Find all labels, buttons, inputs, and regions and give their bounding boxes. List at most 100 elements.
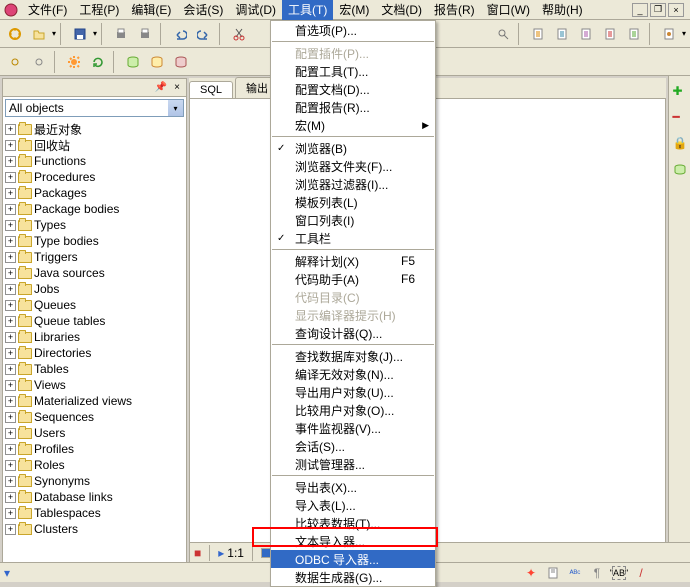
menu-edit[interactable]: 编辑(E): [125, 0, 177, 20]
expand-icon[interactable]: +: [5, 284, 16, 295]
expand-icon[interactable]: +: [5, 300, 16, 311]
expand-icon[interactable]: +: [5, 380, 16, 391]
tree-node[interactable]: +回收站: [5, 137, 184, 153]
menu-item[interactable]: 导入表(L)...: [271, 496, 435, 514]
ab-spell-icon[interactable]: ᴬᴮᶜ: [568, 566, 582, 580]
tree-node[interactable]: +Users: [5, 425, 184, 441]
expand-icon[interactable]: +: [5, 396, 16, 407]
print-icon[interactable]: [110, 23, 132, 45]
tree-node[interactable]: +Types: [5, 217, 184, 233]
combo-dropdown-icon[interactable]: ▾: [168, 100, 183, 116]
expand-icon[interactable]: +: [5, 492, 16, 503]
tree-node[interactable]: +Views: [5, 377, 184, 393]
search-icon[interactable]: [492, 23, 514, 45]
menu-item[interactable]: 查找数据库对象(J)...: [271, 347, 435, 365]
close-panel-icon[interactable]: ×: [170, 81, 184, 95]
lock-icon[interactable]: 🔒: [673, 136, 687, 150]
menu-tools[interactable]: 工具(T): [282, 0, 333, 20]
minus-icon[interactable]: ━: [673, 110, 687, 124]
expand-icon[interactable]: +: [5, 444, 16, 455]
expand-icon[interactable]: +: [5, 204, 16, 215]
tree-node[interactable]: +Package bodies: [5, 201, 184, 217]
ab-box-icon[interactable]: "AB": [612, 566, 626, 580]
expand-icon[interactable]: +: [5, 316, 16, 327]
doc2-icon[interactable]: [551, 23, 573, 45]
db1-icon[interactable]: [122, 51, 144, 73]
undo-icon[interactable]: [169, 23, 191, 45]
expand-icon[interactable]: +: [5, 460, 16, 471]
menu-item[interactable]: 配置工具(T)...: [271, 62, 435, 80]
expand-icon[interactable]: +: [5, 124, 16, 135]
tab-sql[interactable]: SQL: [189, 81, 233, 98]
tree-node[interactable]: +Libraries: [5, 329, 184, 345]
menu-item[interactable]: 宏(M)▶: [271, 116, 435, 134]
tree-node[interactable]: +Java sources: [5, 265, 184, 281]
menu-file[interactable]: 文件(F): [22, 0, 73, 20]
object-tree[interactable]: +最近对象+回收站+Functions+Procedures+Packages+…: [3, 119, 186, 567]
expand-icon[interactable]: +: [5, 268, 16, 279]
tree-node[interactable]: +Jobs: [5, 281, 184, 297]
tree-node[interactable]: +Synonyms: [5, 473, 184, 489]
menu-item[interactable]: 代码助手(A)F6: [271, 270, 435, 288]
pin-icon[interactable]: 📌: [154, 81, 168, 95]
tree-node[interactable]: +Profiles: [5, 441, 184, 457]
expand-icon[interactable]: +: [5, 348, 16, 359]
menu-item[interactable]: 导出用户对象(U)...: [271, 383, 435, 401]
menu-item[interactable]: 测试管理器...: [271, 455, 435, 473]
restore-icon[interactable]: ❐: [650, 3, 666, 17]
paragraph-icon[interactable]: ¶: [590, 566, 604, 580]
menu-item[interactable]: 浏览器文件夹(F)...: [271, 157, 435, 175]
menu-help[interactable]: 帮助(H): [536, 0, 589, 20]
db3-icon[interactable]: [170, 51, 192, 73]
menu-item[interactable]: 事件监视器(V)...: [271, 419, 435, 437]
db2-icon[interactable]: [146, 51, 168, 73]
menu-session[interactable]: 会话(S): [177, 0, 229, 20]
menu-item[interactable]: 比较用户对象(O)...: [271, 401, 435, 419]
unlink-icon[interactable]: [28, 51, 50, 73]
tree-node[interactable]: +Functions: [5, 153, 184, 169]
new-icon[interactable]: [4, 23, 26, 45]
menu-report[interactable]: 报告(R): [428, 0, 481, 20]
menu-item[interactable]: 编译无效对象(N)...: [271, 365, 435, 383]
menu-item[interactable]: 浏览器过滤器(I)...: [271, 175, 435, 193]
expand-icon[interactable]: +: [5, 364, 16, 375]
expand-icon[interactable]: +: [5, 140, 16, 151]
refresh-icon[interactable]: [87, 51, 109, 73]
tree-node[interactable]: +Materialized views: [5, 393, 184, 409]
menu-window[interactable]: 窗口(W): [481, 0, 536, 20]
expand-icon[interactable]: +: [5, 524, 16, 535]
cut-icon[interactable]: [228, 23, 250, 45]
doc3-icon[interactable]: [575, 23, 597, 45]
save-icon[interactable]: [69, 23, 91, 45]
menu-document[interactable]: 文档(D): [375, 0, 428, 20]
menu-item[interactable]: 比较表数据(T)...: [271, 514, 435, 532]
redo-icon[interactable]: [193, 23, 215, 45]
tree-node[interactable]: +Sequences: [5, 409, 184, 425]
close-icon[interactable]: ×: [668, 3, 684, 17]
menu-item[interactable]: ✓工具栏: [271, 229, 435, 247]
expand-icon[interactable]: +: [5, 252, 16, 263]
expand-icon[interactable]: +: [5, 156, 16, 167]
menu-item[interactable]: 配置文档(D)...: [271, 80, 435, 98]
expand-icon[interactable]: +: [5, 476, 16, 487]
menu-item[interactable]: 配置报告(R)...: [271, 98, 435, 116]
expand-icon[interactable]: +: [5, 412, 16, 423]
tree-node[interactable]: +Type bodies: [5, 233, 184, 249]
expand-icon[interactable]: +: [5, 508, 16, 519]
print-preview-icon[interactable]: [134, 23, 156, 45]
slash-icon[interactable]: /: [634, 566, 648, 580]
tree-node[interactable]: +Packages: [5, 185, 184, 201]
tree-node[interactable]: +Queue tables: [5, 313, 184, 329]
star-icon[interactable]: ✦: [524, 566, 538, 580]
tree-node[interactable]: +Directories: [5, 345, 184, 361]
drum-icon[interactable]: [673, 162, 687, 176]
doc4-icon[interactable]: [599, 23, 621, 45]
menu-item[interactable]: 数据生成器(G)...: [271, 568, 435, 586]
open-icon[interactable]: [28, 23, 50, 45]
doc1-icon[interactable]: [527, 23, 549, 45]
menu-item[interactable]: 会话(S)...: [271, 437, 435, 455]
tree-node[interactable]: +Triggers: [5, 249, 184, 265]
menu-macro[interactable]: 宏(M): [333, 0, 375, 20]
menu-item[interactable]: 模板列表(L): [271, 193, 435, 211]
expand-icon[interactable]: +: [5, 428, 16, 439]
